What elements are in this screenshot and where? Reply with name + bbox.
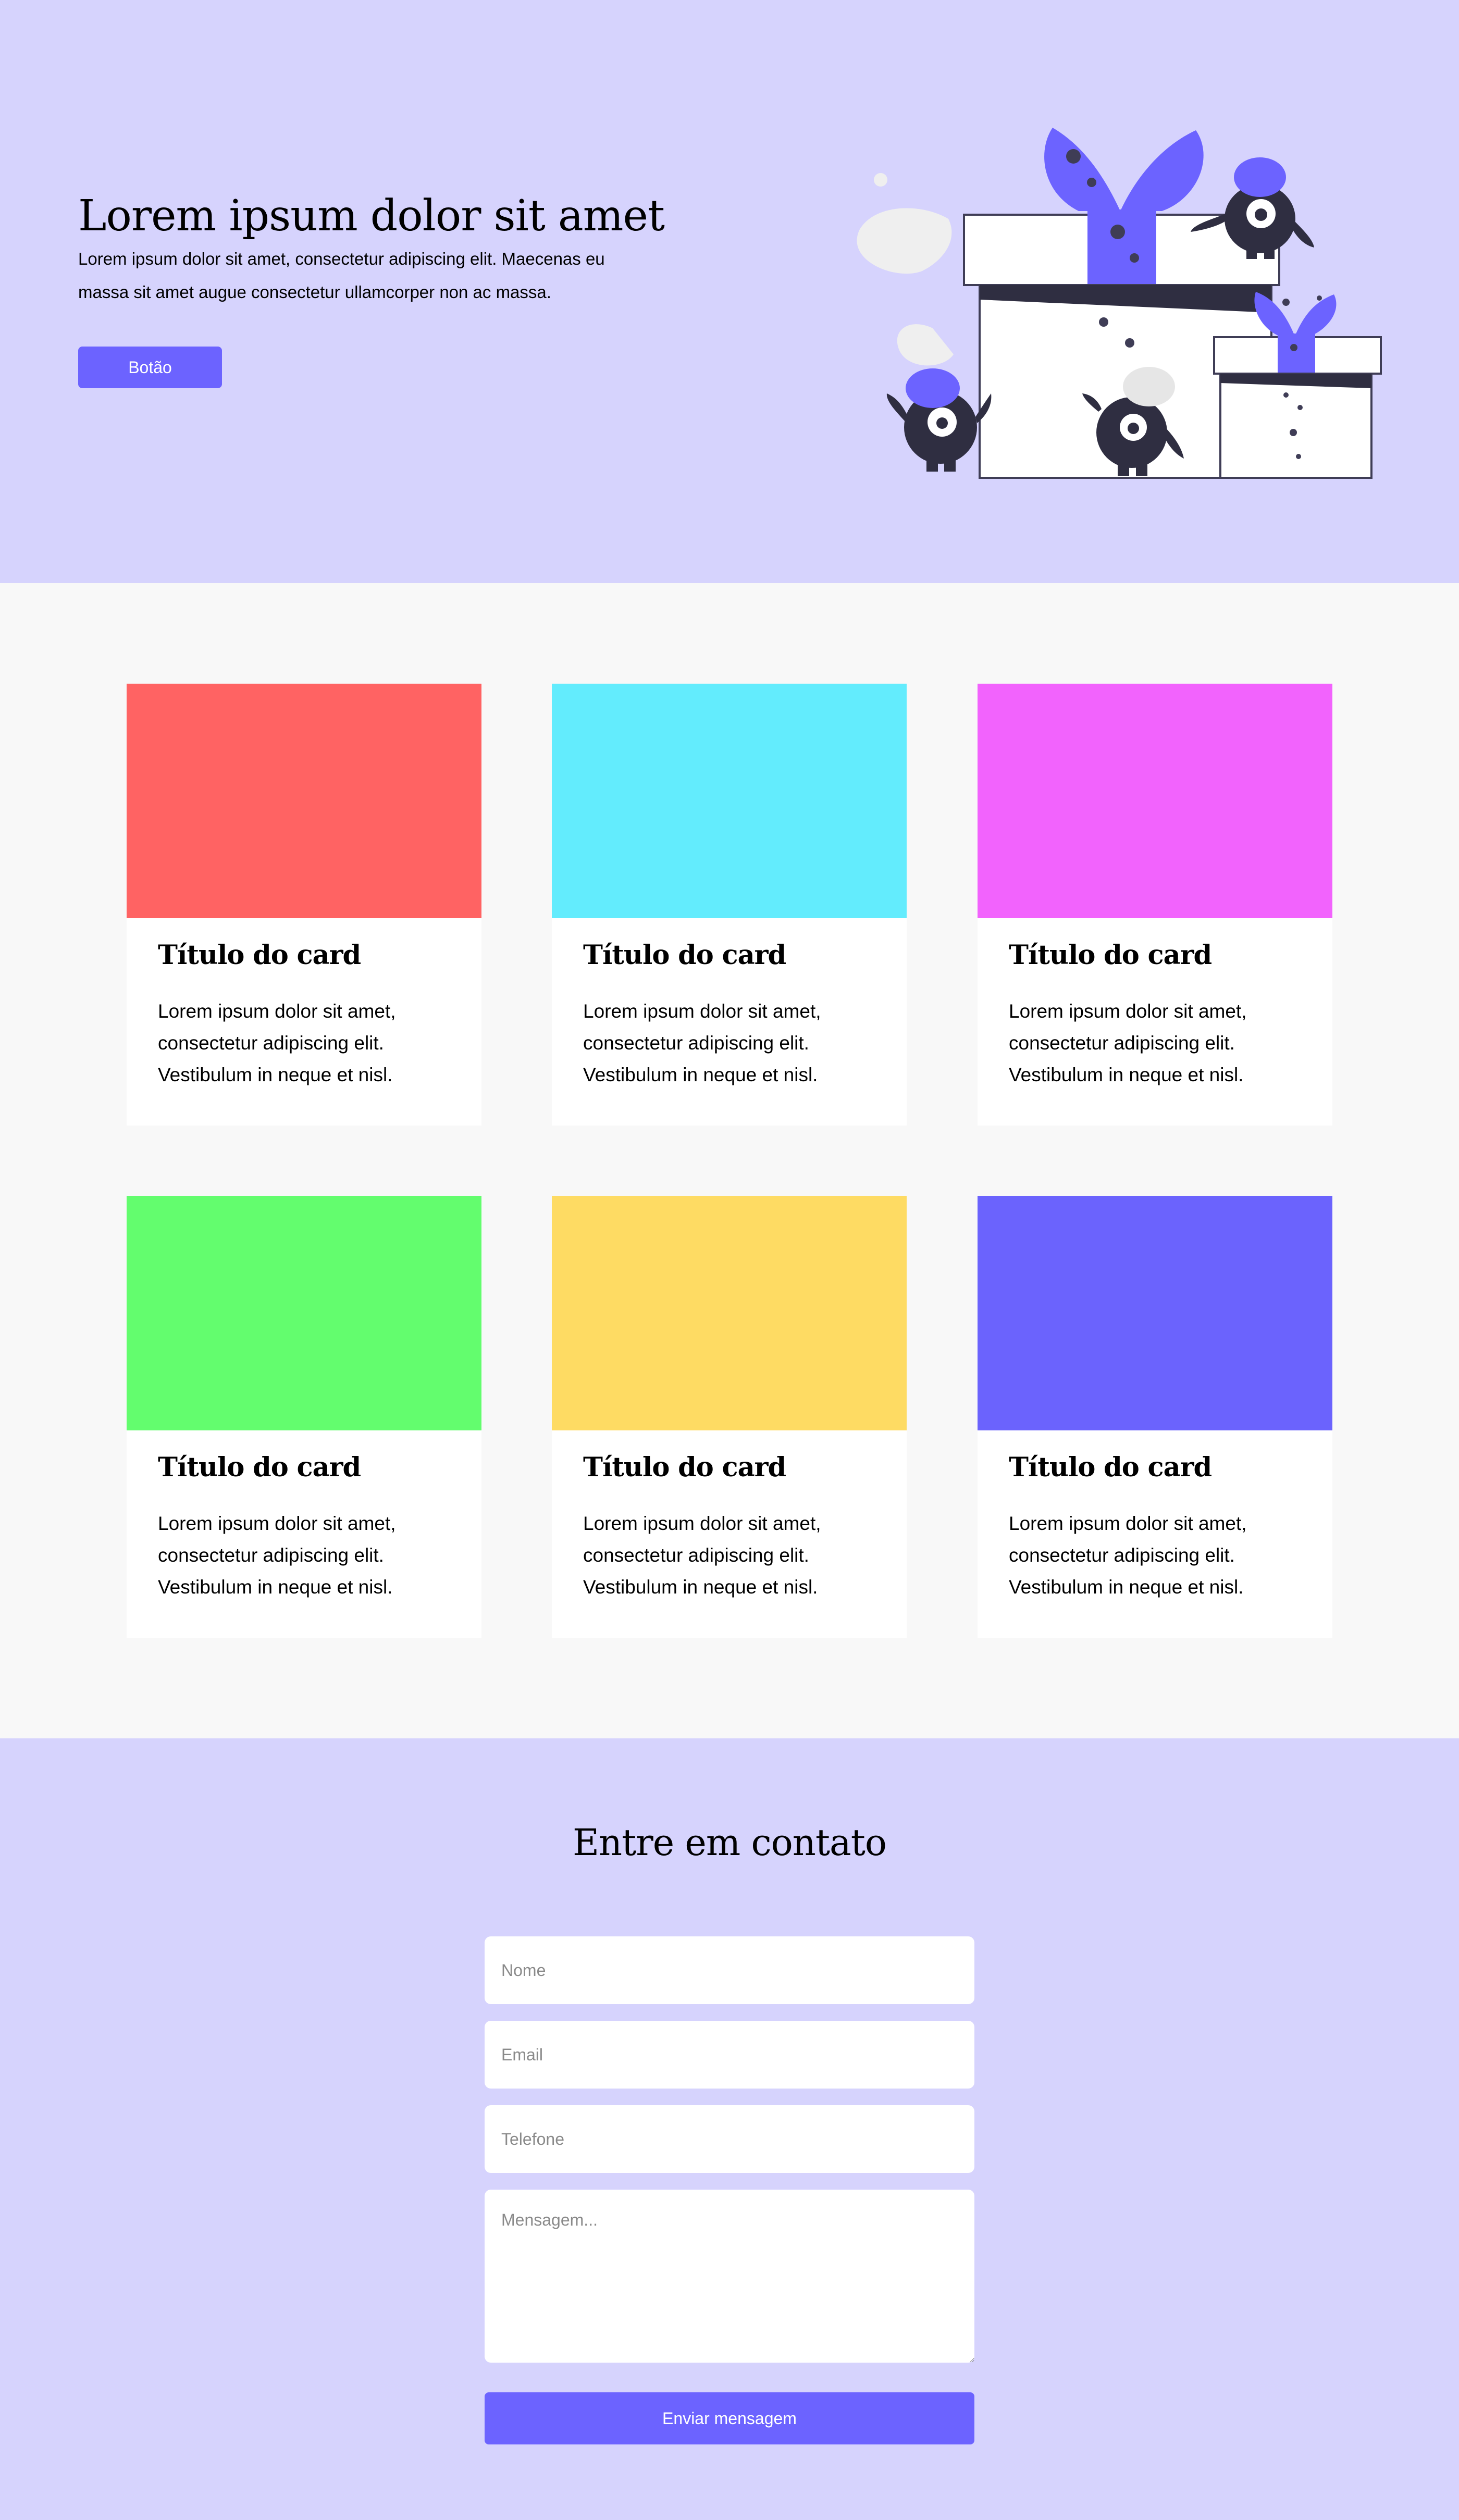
card-text: Lorem ipsum dolor sit amet, consectetur … [583, 1000, 821, 1085]
card-title: Título do card [1009, 1452, 1212, 1483]
card-title: Título do card [1009, 940, 1212, 971]
card-title: Título do card [158, 940, 361, 971]
card: Título do card Lorem ipsum dolor sit ame… [552, 684, 907, 1126]
confetti-dot [1282, 299, 1290, 306]
card: Título do card Lorem ipsum dolor sit ame… [127, 1196, 481, 1638]
hero-title: Lorem ipsum dolor sit amet [78, 191, 665, 241]
card-title: Título do card [158, 1452, 361, 1483]
card-text: Lorem ipsum dolor sit amet, consectetur … [583, 1513, 821, 1598]
card-text: Lorem ipsum dolor sit amet, consectetur … [158, 1000, 396, 1085]
bow-dot [1066, 149, 1081, 164]
submit-button[interactable]: Enviar mensagem [485, 2392, 974, 2444]
smoke-swirl-2 [897, 324, 954, 366]
confetti-dot [1099, 317, 1108, 327]
contact-section: Entre em contato Enviar mensagem [0, 1738, 1459, 2520]
confetti-dot [1283, 392, 1289, 398]
card-image [552, 684, 907, 918]
confetti-dot [1290, 344, 1297, 351]
phone-field[interactable] [485, 2105, 974, 2173]
small-box-body [1219, 373, 1373, 479]
contact-title: Entre em contato [572, 1821, 887, 1864]
card: Título do card Lorem ipsum dolor sit ame… [127, 684, 481, 1126]
message-field[interactable] [485, 2190, 974, 2363]
smoke-dot [874, 173, 887, 187]
card-text: Lorem ipsum dolor sit amet, consectetur … [1009, 1000, 1247, 1085]
card-image [127, 1196, 481, 1430]
hero-text: Lorem ipsum dolor sit amet, consectetur … [78, 249, 605, 302]
smoke-swirl [857, 208, 952, 274]
card-image [127, 684, 481, 918]
hero-button[interactable]: Botão [78, 347, 222, 388]
card-title: Título do card [583, 940, 786, 971]
cards-section: Título do card Lorem ipsum dolor sit ame… [0, 583, 1459, 1738]
email-field[interactable] [485, 2021, 974, 2089]
bow-dot [1087, 178, 1096, 187]
card-text: Lorem ipsum dolor sit amet, consectetur … [158, 1513, 396, 1598]
big-box-ribbon [1087, 209, 1156, 285]
small-box-ribbon [1278, 333, 1315, 374]
confetti-dot [1297, 405, 1303, 410]
small-box-bow-right [1295, 294, 1337, 336]
card-title: Título do card [583, 1452, 786, 1483]
gift-boxes-with-creatures-illustration [857, 128, 1382, 479]
card-image [552, 1196, 907, 1430]
big-box-bow-right [1120, 130, 1204, 211]
big-box-bow-left [1044, 128, 1120, 211]
confetti-dot [1317, 295, 1322, 301]
confetti-dot [1296, 454, 1301, 459]
bow-dot [1110, 225, 1125, 239]
card: Título do card Lorem ipsum dolor sit ame… [552, 1196, 907, 1638]
card-text: Lorem ipsum dolor sit amet, consectetur … [1009, 1513, 1247, 1598]
creature-icon [886, 368, 992, 472]
confetti-dot [1125, 338, 1134, 348]
name-field[interactable] [485, 1936, 974, 2004]
hero-section: Lorem ipsum dolor sit amet Lorem ipsum d… [0, 0, 1459, 583]
bow-dot [1130, 253, 1139, 263]
confetti-dot [1290, 429, 1297, 436]
card: Título do card Lorem ipsum dolor sit ame… [978, 684, 1332, 1126]
card: Título do card Lorem ipsum dolor sit ame… [978, 1196, 1332, 1638]
card-image [978, 1196, 1332, 1430]
card-image [978, 684, 1332, 918]
